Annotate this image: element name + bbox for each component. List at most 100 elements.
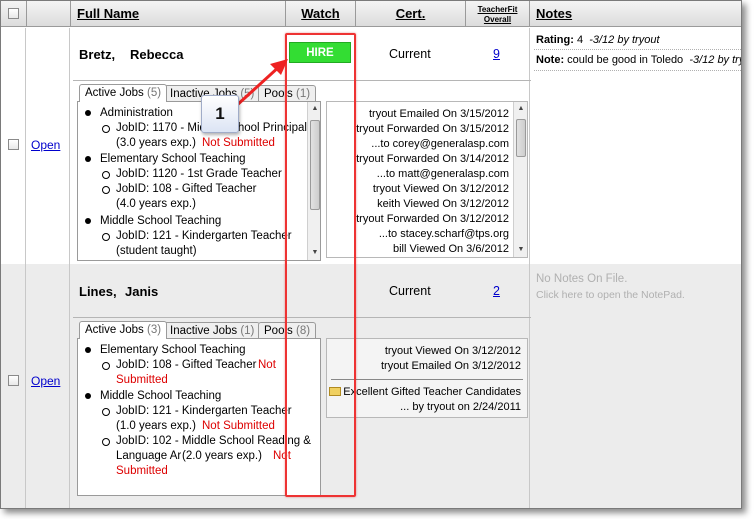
job-category: Elementary School Teaching xyxy=(100,344,246,356)
scroll-thumb[interactable] xyxy=(516,119,526,157)
select-all-checkbox[interactable] xyxy=(8,8,19,19)
bullet xyxy=(85,393,91,399)
header-full-name[interactable]: Full Name xyxy=(71,1,286,27)
open-link[interactable]: Open xyxy=(31,374,60,388)
tab-label: Pools xyxy=(264,325,293,337)
tab-count: (1) xyxy=(240,325,255,337)
bullet xyxy=(85,156,91,162)
activity-entry: tryout Emailed On 3/12/2012 xyxy=(380,360,521,372)
activity-entry: ...to matt@generalasp.com xyxy=(376,168,509,180)
candidate-last-name[interactable]: Lines, xyxy=(79,284,117,299)
note-divider xyxy=(534,49,741,50)
folder-icon xyxy=(329,387,342,396)
job-status: Not Submitted xyxy=(202,420,275,432)
job-experience: (student taught) xyxy=(116,245,197,257)
activity-log[interactable]: tryout Emailed On 3/15/2012 tryout Forwa… xyxy=(326,101,528,258)
job-experience: (2.0 years exp.) xyxy=(182,450,262,462)
scroll-down-icon[interactable]: ▼ xyxy=(309,247,320,259)
job-item: JobID: 108 - Gifted Teacher xyxy=(116,183,257,195)
note-label: Note: xyxy=(536,54,565,66)
hire-button[interactable]: HIRE xyxy=(289,42,351,63)
tab-count: (1) xyxy=(295,88,311,100)
column-divider xyxy=(529,28,530,264)
candidate-first-name[interactable]: Janis xyxy=(125,284,158,299)
column-divider xyxy=(529,264,530,508)
candidate-list-window: Full Name Watch Cert. TeacherFit Overall… xyxy=(0,0,742,509)
job-item: JobID: 102 - Middle School Reading & xyxy=(116,435,311,447)
jobs-list[interactable]: Administration JobID: 1170 - Middle Scho… xyxy=(77,101,321,261)
tab-label: Active Jobs xyxy=(85,324,144,336)
jobs-list[interactable]: Elementary School Teaching JobID: 108 - … xyxy=(77,338,321,496)
candidate-row: Open Lines, Janis Active Jobs (3) Inacti… xyxy=(1,264,741,508)
tab-label: Inactive Jobs xyxy=(170,325,238,337)
scroll-up-icon[interactable]: ▲ xyxy=(309,103,320,115)
table-header: Full Name Watch Cert. TeacherFit Overall… xyxy=(1,1,741,27)
job-category: Administration xyxy=(100,107,173,119)
tab-active-jobs[interactable]: Active Jobs (3) xyxy=(79,321,168,339)
header-watch[interactable]: Watch xyxy=(286,1,356,27)
pool-entry[interactable]: Excellent Gifted Teacher Candidates xyxy=(329,385,521,399)
jobs-scrollbar[interactable]: ▲ ▼ xyxy=(307,102,320,260)
teacherfit-score-link[interactable]: 9 xyxy=(493,47,500,61)
header-teacherfit[interactable]: TeacherFit Overall xyxy=(466,1,530,27)
pool-meta: ... by tryout on 2/24/2011 xyxy=(400,401,521,413)
tab-active-jobs[interactable]: Active Jobs (5) xyxy=(79,84,168,102)
job-status: Not xyxy=(258,359,276,371)
note-meta: -3/12 by tryout xyxy=(689,54,741,66)
bullet xyxy=(85,347,91,353)
job-item: JobID: 1120 - 1st Grade Teacher xyxy=(116,168,282,180)
activity-entry: tryout Forwarded On 3/12/2012 xyxy=(356,213,509,225)
scroll-thumb[interactable] xyxy=(310,120,320,210)
rating-label: Rating: xyxy=(536,34,574,46)
job-category: Middle School Teaching xyxy=(100,215,222,227)
row-select-cell xyxy=(1,264,26,508)
header-notes[interactable]: Notes xyxy=(530,1,741,27)
activity-entry: keith Viewed On 3/12/2012 xyxy=(377,198,509,210)
job-status: Submitted xyxy=(116,465,168,477)
cert-status: Current xyxy=(389,284,431,298)
tab-inactive-jobs[interactable]: Inactive Jobs (1) xyxy=(164,322,261,339)
scroll-up-icon[interactable]: ▲ xyxy=(515,103,527,115)
activity-scrollbar[interactable]: ▲ ▼ xyxy=(513,102,527,257)
job-item: JobID: 121 - Kindergarten Teacher xyxy=(116,230,292,242)
teacherfit-score-link[interactable]: 2 xyxy=(493,284,500,298)
circle-bullet xyxy=(102,362,110,370)
activity-entry: tryout Viewed On 3/12/2012 xyxy=(372,183,509,195)
note-text: could be good in Toledo xyxy=(567,54,684,66)
open-link[interactable]: Open xyxy=(31,138,60,152)
rating-value: 4 xyxy=(576,34,584,46)
bullet xyxy=(85,110,91,116)
circle-bullet xyxy=(102,125,110,133)
tab-pools[interactable]: Pools (8) xyxy=(258,322,317,339)
job-experience: (1.0 years exp.) xyxy=(116,420,196,432)
activity-divider xyxy=(331,379,523,380)
header-cert[interactable]: Cert. xyxy=(356,1,466,27)
candidate-last-name[interactable]: Bretz, xyxy=(79,47,115,62)
candidate-first-name[interactable]: Rebecca xyxy=(130,47,183,62)
circle-bullet xyxy=(102,186,110,194)
activity-entry: ...to stacey.scharf@tps.org xyxy=(378,228,509,240)
circle-bullet xyxy=(102,233,110,241)
activity-entry: ...to corey@generalasp.com xyxy=(371,138,509,150)
row-select-cell xyxy=(1,28,26,264)
header-teacherfit-top: TeacherFit xyxy=(477,5,518,14)
notes-hint[interactable]: Click here to open the NotePad. xyxy=(536,289,685,301)
activity-entry: tryout Forwarded On 3/14/2012 xyxy=(356,153,509,165)
circle-bullet xyxy=(102,408,110,416)
job-experience: (3.0 years exp.) xyxy=(116,137,196,149)
row-open-cell: Open xyxy=(27,28,70,264)
activity-entry: tryout Forwarded On 3/15/2012 xyxy=(356,123,509,135)
notes-empty[interactable]: No Notes On File. xyxy=(536,273,627,285)
scroll-down-icon[interactable]: ▼ xyxy=(515,244,527,256)
rating-meta: -3/12 by tryout xyxy=(589,34,660,46)
row-checkbox[interactable] xyxy=(8,375,19,386)
row-separator xyxy=(73,317,531,318)
activity-log[interactable]: tryout Viewed On 3/12/2012 tryout Emaile… xyxy=(326,338,528,418)
job-item: JobID: 108 - Gifted Teacher xyxy=(116,359,257,371)
note-divider xyxy=(534,70,741,71)
pool-name: Excellent Gifted Teacher Candidates xyxy=(343,386,521,398)
notes-panel[interactable]: Rating: 4 -3/12 by tryout Note: could be… xyxy=(532,30,741,74)
cert-status: Current xyxy=(389,47,431,61)
row-checkbox[interactable] xyxy=(8,139,19,150)
tab-label: Active Jobs xyxy=(85,87,144,99)
